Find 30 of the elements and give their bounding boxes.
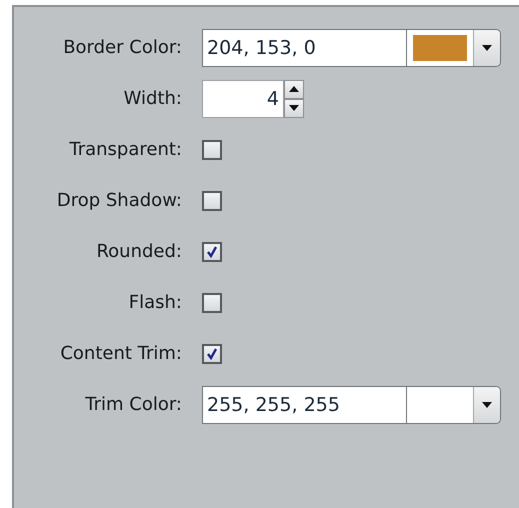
dropdown-button[interactable] bbox=[474, 386, 500, 422]
checkbox[interactable] bbox=[202, 242, 222, 262]
decrement-button[interactable] bbox=[284, 98, 304, 118]
color-value-field[interactable]: 255, 255, 255 bbox=[203, 386, 407, 422]
field-label: Transparent: bbox=[68, 139, 182, 160]
field-label: Flash: bbox=[128, 292, 182, 313]
checkbox[interactable] bbox=[202, 344, 222, 364]
field-label: Content Trim: bbox=[59, 343, 182, 364]
field-label: Border Color: bbox=[62, 37, 182, 58]
field-label: Trim Color: bbox=[84, 394, 182, 415]
increment-button[interactable] bbox=[284, 80, 304, 98]
checkbox[interactable] bbox=[202, 292, 222, 312]
checkbox[interactable] bbox=[202, 190, 222, 210]
checkbox[interactable] bbox=[202, 140, 222, 160]
up-caret-icon bbox=[288, 85, 300, 93]
color-swatch bbox=[407, 386, 474, 422]
field-label: Width: bbox=[122, 88, 182, 109]
caret-icon bbox=[481, 44, 493, 52]
color-value-field[interactable]: 204, 153, 0 bbox=[203, 30, 407, 66]
caret-icon bbox=[288, 104, 300, 112]
field-label: Rounded: bbox=[95, 241, 182, 262]
number-field[interactable]: 4 bbox=[202, 80, 284, 118]
checkmark-icon bbox=[206, 348, 218, 360]
field-label: Drop Shadow: bbox=[56, 190, 182, 211]
color-picker[interactable]: 204, 153, 0 bbox=[202, 28, 501, 66]
color-picker[interactable]: 255, 255, 255 bbox=[202, 386, 501, 424]
color-swatch bbox=[407, 30, 474, 66]
caret-icon bbox=[481, 400, 493, 408]
dropdown-button[interactable] bbox=[474, 30, 500, 66]
checkmark-icon bbox=[206, 246, 218, 258]
